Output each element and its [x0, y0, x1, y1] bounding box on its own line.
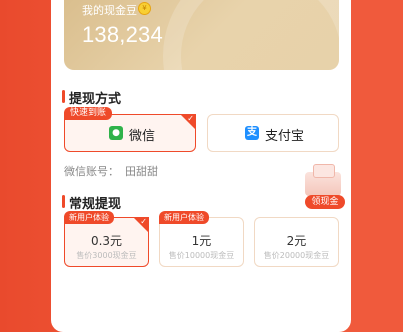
balance-label: 我的现金豆: [82, 4, 137, 17]
wechat-account: 微信账号： 田甜甜: [64, 163, 158, 179]
account-label: 微信账号：: [64, 165, 119, 178]
option-wechat[interactable]: 快速到账 ✓ ● 微信: [64, 107, 196, 152]
selected-check-icon: ✓: [133, 217, 149, 233]
selected-check-icon: ✓: [180, 114, 196, 130]
amount-value: 0.3元: [90, 234, 123, 248]
alipay-label: 支付宝: [265, 129, 305, 144]
gift-box-icon[interactable]: [305, 164, 341, 196]
regular-withdraw-title: 常规提现: [62, 193, 121, 212]
balance-value: 138,234: [82, 22, 163, 47]
claim-cash-button[interactable]: 领现金: [305, 195, 345, 209]
amount-option-1[interactable]: 新用户体验 1元 售价10000现金豆: [159, 211, 244, 267]
wechat-icon: ●: [109, 126, 123, 140]
new-user-tag: 新用户体验: [64, 211, 114, 224]
amount-value: 1元: [191, 234, 212, 248]
new-user-tag: 新用户体验: [159, 211, 209, 224]
amount-option-0[interactable]: 新用户体验 ✓ 0.3元 售价3000现金豆: [64, 211, 149, 267]
balance-card: 我的现金豆 ¥ 138,234: [64, 0, 339, 70]
amount-option-2[interactable]: 2元 售价20000现金豆: [254, 217, 339, 267]
option-alipay[interactable]: 支 支付宝: [207, 114, 339, 152]
withdraw-method-title: 提现方式: [62, 88, 121, 107]
coin-icon: ¥: [138, 2, 151, 15]
alipay-icon: 支: [245, 126, 259, 140]
balance-decoration: [163, 0, 339, 70]
wechat-label: 微信: [129, 129, 156, 144]
fast-arrival-tag: 快速到账: [64, 107, 113, 120]
amount-value: 2元: [286, 234, 307, 248]
account-name: 田甜甜: [125, 165, 158, 178]
